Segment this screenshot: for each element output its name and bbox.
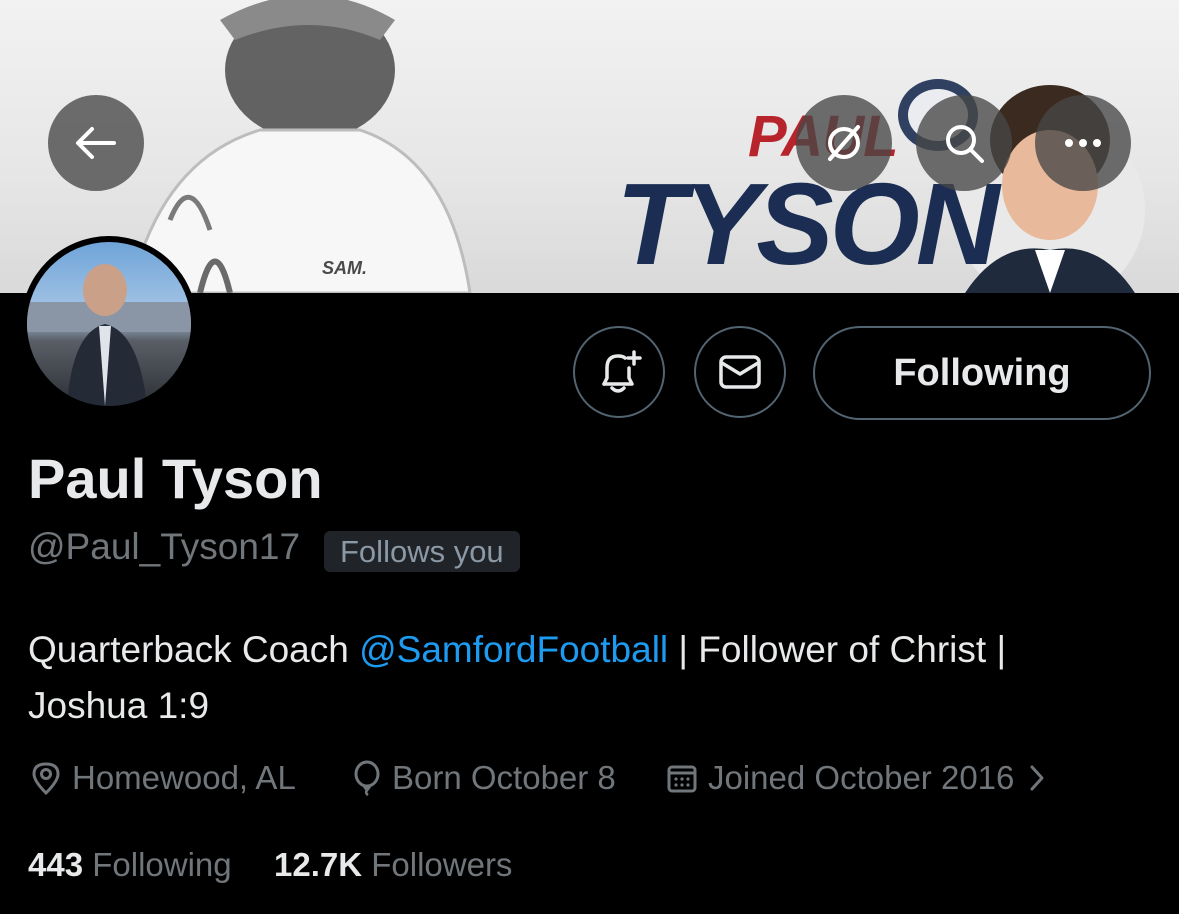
back-arrow-icon — [76, 127, 116, 159]
search-icon — [946, 125, 984, 163]
avatar-photo — [27, 242, 191, 406]
profile-bio: Quarterback Coach @SamfordFootball | Fol… — [28, 622, 1148, 734]
location-item: Homewood, AL — [30, 758, 296, 798]
bio-text-prefix: Quarterback Coach — [28, 629, 360, 670]
joined-text: Joined October 2016 — [708, 759, 1015, 796]
bio-mention-link[interactable]: @SamfordFootball — [359, 629, 668, 670]
location-text: Homewood, AL — [72, 759, 296, 796]
following-count: 443 — [28, 846, 84, 883]
followers-label: Followers — [371, 846, 513, 883]
notifications-button[interactable] — [573, 326, 665, 418]
joined-item[interactable]: Joined October 2016 — [666, 758, 1058, 798]
following-stat[interactable]: 443 Following — [28, 846, 232, 884]
birthday-item: Born October 8 — [352, 758, 616, 798]
envelope-icon — [719, 355, 761, 389]
calendar-icon — [667, 765, 697, 793]
profile-handle: @Paul_Tyson17 — [28, 526, 301, 567]
bell-plus-icon — [602, 350, 642, 393]
display-name: Paul Tyson — [28, 447, 323, 510]
followers-stat[interactable]: 12.7K Followers — [274, 846, 512, 884]
bio-text-suffix: | Follower of Christ | — [668, 629, 1007, 670]
more-button[interactable] — [1035, 95, 1131, 191]
slash-circle-icon — [828, 125, 860, 161]
message-button[interactable] — [694, 326, 786, 418]
followers-count: 12.7K — [274, 846, 363, 883]
bio-text-line2: Joshua 1:9 — [28, 685, 210, 726]
back-button[interactable] — [48, 95, 144, 191]
location-pin-icon — [32, 762, 60, 795]
more-icon — [1065, 139, 1101, 147]
profile-avatar[interactable] — [21, 236, 197, 412]
banner-shirt-logo: SAM. — [322, 258, 367, 278]
following-label: Following — [92, 846, 232, 883]
follows-you-badge: Follows you — [324, 531, 520, 572]
birthday-text: Born October 8 — [392, 759, 616, 796]
grok-button[interactable] — [796, 95, 892, 191]
chevron-right-icon — [1030, 765, 1044, 791]
following-button[interactable]: Following — [813, 326, 1151, 420]
search-button[interactable] — [916, 95, 1012, 191]
balloon-icon — [354, 760, 380, 796]
following-button-label: Following — [893, 351, 1071, 394]
